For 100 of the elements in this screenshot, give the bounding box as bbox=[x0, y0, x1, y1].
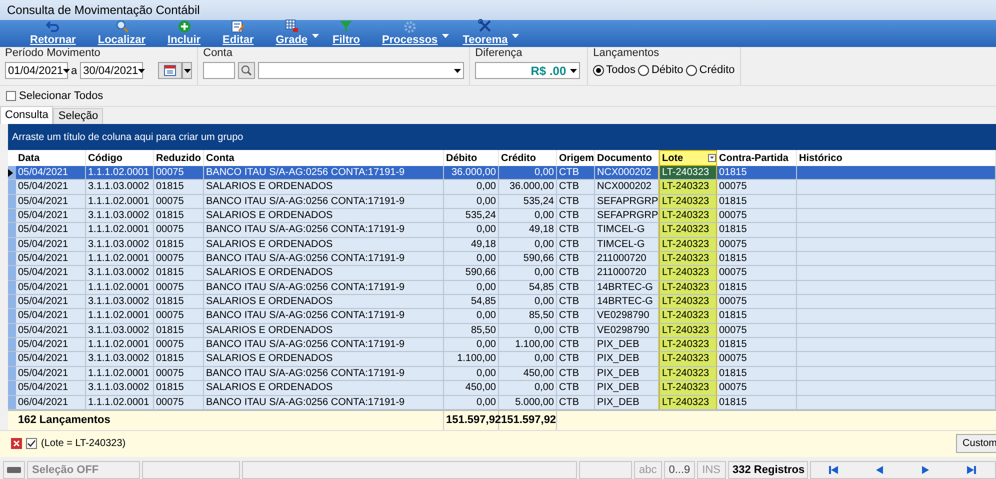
table-cell: 00075 bbox=[154, 338, 204, 352]
account-code-field[interactable] bbox=[203, 62, 236, 79]
table-cell: 00075 bbox=[154, 396, 204, 410]
table-row[interactable]: 05/04/2021 3.1.1.03.0002 01815 SALARIOS E ORDENADOS 85,50 0,00 CTB VE0298790 LT-240323 00075 bbox=[8, 324, 996, 338]
table-row[interactable]: 05/04/2021 3.1.1.03.0002 01815 SALARIOS E ORDENADOS 1.100,00 0,00 CTB PIX_DEB LT-240323 00075 bbox=[8, 352, 996, 367]
table-cell: 0,00 bbox=[499, 324, 557, 338]
table-row[interactable]: 05/04/2021 1.1.1.02.0001 00075 BANCO ITAU S/A-AG:0256 CONTA:17191-9 0,00 450,00 CTB PIX_DEB LT-240323 01815 bbox=[8, 366, 996, 382]
toolbar-button[interactable]: Filtro bbox=[326, 20, 366, 47]
toolbar-button[interactable]: Processos bbox=[376, 21, 444, 47]
table-row[interactable]: 05/04/2021 3.1.1.03.0002 01815 SALARIOS E ORDENADOS 54,85 0,00 CTB 14BRTEC-G LT-240323 00075 bbox=[8, 295, 996, 310]
first-record-icon[interactable] bbox=[827, 466, 840, 474]
column-header[interactable]: Lote bbox=[659, 150, 717, 166]
table-cell: 05/04/2021 bbox=[16, 266, 86, 281]
table-cell: 211000720 bbox=[595, 266, 659, 281]
table-row[interactable]: 05/04/2021 1.1.1.02.0001 00075 BANCO ITAU S/A-AG:0256 CONTA:17191-9 36.000,00 0,00 CTB NCX000202 LT-240323 01815 bbox=[8, 166, 996, 180]
caret-icon[interactable] bbox=[63, 68, 70, 72]
table-cell: 01815 bbox=[717, 338, 797, 352]
table-cell: CTB bbox=[557, 309, 595, 324]
custom-button[interactable]: Custom bbox=[956, 434, 996, 454]
close-icon[interactable] bbox=[11, 438, 22, 450]
table-cell: NCX000202 bbox=[595, 180, 659, 195]
table-cell: 06/04/2021 bbox=[16, 396, 86, 410]
table-row[interactable]: 05/04/2021 3.1.1.03.0002 01815 SALARIOS E ORDENADOS 0,00 36.000,00 CTB NCX000202 LT-240323 00075 bbox=[8, 180, 996, 195]
caret-icon[interactable] bbox=[570, 68, 578, 72]
table-cell: 01815 bbox=[154, 266, 204, 281]
toolbar-button[interactable]: Localizar bbox=[92, 19, 152, 47]
table-row[interactable]: 05/04/2021 3.1.1.03.0002 01815 SALARIOS E ORDENADOS 49,18 0,00 CTB TIMCEL-G LT-240323 00075 bbox=[8, 238, 996, 252]
table-cell: SALARIOS E ORDENADOS bbox=[204, 180, 444, 195]
table-cell: 3.1.1.03.0002 bbox=[86, 324, 154, 338]
toolbar-button[interactable]: Editar bbox=[216, 20, 260, 47]
table-cell: 0,00 bbox=[444, 338, 499, 352]
table-cell: VE0298790 bbox=[595, 309, 659, 324]
group-label: Lançamentos bbox=[593, 47, 660, 60]
table-row[interactable]: 05/04/2021 3.1.1.03.0002 01815 SALARIOS E ORDENADOS 535,24 0,00 CTB SEFAPRGRP LT-240323 00075 bbox=[8, 209, 996, 224]
radio-option[interactable]: Todos bbox=[593, 64, 636, 76]
field-label: Conta bbox=[203, 47, 234, 60]
tab[interactable]: Seleção bbox=[53, 108, 104, 124]
date-field[interactable]: 30/04/2021 bbox=[80, 62, 144, 79]
table-row[interactable]: 05/04/2021 1.1.1.02.0001 00075 BANCO ITAU S/A-AG:0256 CONTA:17191-9 0,00 49,18 CTB TIMCEL-G LT-240323 01815 bbox=[8, 223, 996, 238]
table-cell: 01815 bbox=[717, 366, 797, 382]
table-cell: LT-240323 bbox=[659, 166, 717, 180]
filter-icon[interactable] bbox=[708, 154, 716, 162]
table-cell: 05/04/2021 bbox=[16, 338, 86, 352]
caret-icon[interactable] bbox=[454, 68, 462, 72]
table-cell: 01815 bbox=[717, 252, 797, 266]
toolbar-button[interactable]: Grade bbox=[270, 19, 314, 47]
table-cell: 211000720 bbox=[595, 252, 659, 266]
search-button[interactable] bbox=[238, 62, 256, 79]
toolbar-button[interactable]: Retornar bbox=[24, 21, 82, 47]
table-cell: 1.1.1.02.0001 bbox=[86, 252, 154, 266]
table-cell: 00075 bbox=[154, 223, 204, 238]
table-cell: 00075 bbox=[717, 352, 797, 367]
table-cell: LT-240323 bbox=[659, 180, 717, 195]
table-cell: CTB bbox=[557, 280, 595, 296]
table-cell: 05/04/2021 bbox=[16, 381, 86, 396]
calendar-button[interactable] bbox=[158, 62, 182, 79]
table-cell: CTB bbox=[557, 295, 595, 310]
table-row[interactable]: 05/04/2021 1.1.1.02.0001 00075 BANCO ITAU S/A-AG:0256 CONTA:17191-9 0,00 54,85 CTB 14BRTEC-G LT-240323 01815 bbox=[8, 280, 996, 296]
keyboard-icon bbox=[3, 460, 25, 479]
caret-icon[interactable] bbox=[138, 68, 146, 72]
range-separator: a bbox=[71, 64, 78, 76]
table-cell: 3.1.1.03.0002 bbox=[86, 295, 154, 310]
table-cell: 0,00 bbox=[499, 238, 557, 252]
table-cell: 3.1.1.03.0002 bbox=[86, 352, 154, 367]
table-cell: 0,00 bbox=[444, 194, 499, 210]
table-row[interactable]: 05/04/2021 1.1.1.02.0001 00075 BANCO ITAU S/A-AG:0256 CONTA:17191-9 0,00 590,66 CTB 211000720 LT-240323 01815 bbox=[8, 252, 996, 266]
checkbox[interactable] bbox=[6, 91, 16, 101]
table-row[interactable]: 06/04/2021 1.1.1.02.0001 00075 BANCO ITAU S/A-AG:0256 CONTA:17191-9 0,00 5.000,00 CTB PIX_DEB LT-240323 01815 bbox=[8, 396, 996, 410]
table-cell: 00075 bbox=[717, 295, 797, 310]
table-cell: 49,18 bbox=[499, 223, 557, 238]
toolbar-button[interactable]: Teorema bbox=[456, 19, 514, 47]
table-cell: 3.1.1.03.0002 bbox=[86, 381, 154, 396]
insert-indicator: INS bbox=[697, 460, 726, 479]
table-row[interactable]: 05/04/2021 1.1.1.02.0001 00075 BANCO ITAU S/A-AG:0256 CONTA:17191-9 0,00 535,24 CTB SEFAPRGRP LT-240323 01815 bbox=[8, 194, 996, 210]
table-row[interactable]: 05/04/2021 3.1.1.03.0002 01815 SALARIOS E ORDENADOS 450,00 0,00 CTB PIX_DEB LT-240323 00075 bbox=[8, 381, 996, 396]
table-cell: 0,00 bbox=[499, 166, 557, 180]
table-cell: PIX_DEB bbox=[595, 381, 659, 396]
table-cell: 00075 bbox=[717, 209, 797, 224]
table-cell: 00075 bbox=[717, 324, 797, 338]
dropdown-button[interactable] bbox=[182, 62, 192, 79]
toolbar-button[interactable]: Incluir bbox=[162, 20, 207, 47]
table-row[interactable]: 05/04/2021 1.1.1.02.0001 00075 BANCO ITAU S/A-AG:0256 CONTA:17191-9 0,00 85,50 CTB VE0298790 LT-240323 01815 bbox=[8, 309, 996, 324]
table-cell: LT-240323 bbox=[659, 280, 717, 296]
tab[interactable]: Consulta bbox=[0, 106, 54, 124]
table-row[interactable]: 05/04/2021 3.1.1.03.0002 01815 SALARIOS E ORDENADOS 590,66 0,00 CTB 211000720 LT-240323 00075 bbox=[8, 266, 996, 281]
checkbox[interactable] bbox=[26, 438, 37, 450]
radio-option[interactable]: Débito bbox=[638, 64, 684, 76]
table-row[interactable]: 05/04/2021 1.1.1.02.0001 00075 BANCO ITAU S/A-AG:0256 CONTA:17191-9 0,00 1.100,00 CTB PIX_DEB LT-240323 01815 bbox=[8, 338, 996, 352]
difference-field[interactable]: R$ .00 bbox=[475, 62, 580, 79]
table-cell: SALARIOS E ORDENADOS bbox=[204, 209, 444, 224]
selection-status: Seleção OFF bbox=[27, 460, 140, 479]
table-cell: BANCO ITAU S/A-AG:0256 CONTA:17191-9 bbox=[204, 223, 444, 238]
caret-icon[interactable] bbox=[184, 68, 191, 72]
radio-option[interactable]: Crédito bbox=[686, 64, 735, 76]
table-cell: 1.1.1.02.0001 bbox=[86, 396, 154, 410]
date-field[interactable]: 01/04/2021 bbox=[5, 62, 68, 79]
table-cell: 05/04/2021 bbox=[16, 166, 86, 180]
last-record-icon[interactable] bbox=[965, 466, 978, 474]
table-cell: BANCO ITAU S/A-AG:0256 CONTA:17191-9 bbox=[204, 396, 444, 410]
table-cell: LT-240323 bbox=[659, 194, 717, 210]
